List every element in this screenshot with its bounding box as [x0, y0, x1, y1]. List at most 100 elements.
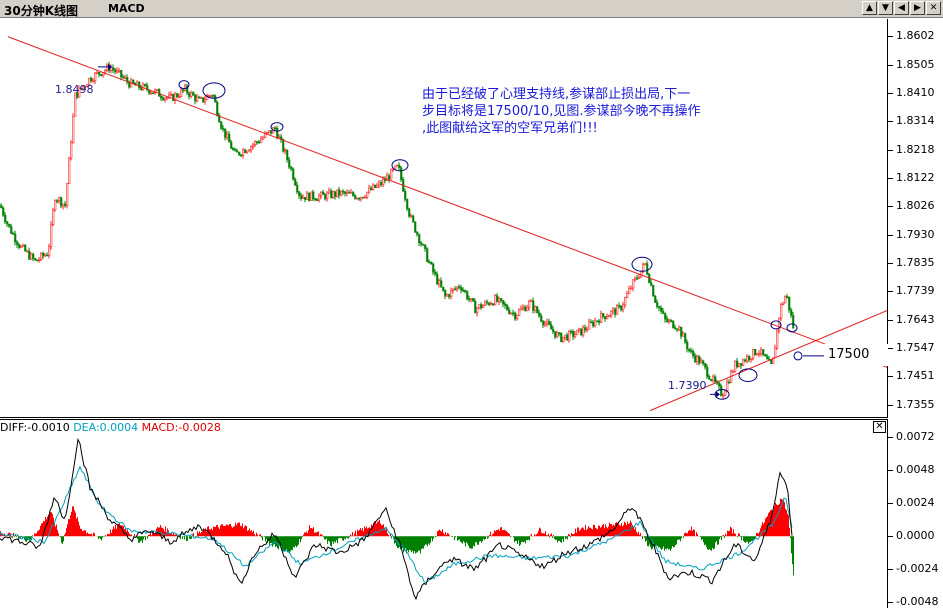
- candle-body: [674, 327, 677, 330]
- price-axis-label: 1.7739: [896, 284, 935, 298]
- price-axis-tick: [888, 178, 893, 179]
- candle-body: [362, 196, 365, 199]
- candle-body: [678, 326, 681, 330]
- candle-body: [724, 390, 727, 396]
- candle-body: [236, 150, 239, 153]
- price-axis-tick: [888, 64, 893, 66]
- candle-body: [656, 302, 659, 307]
- candle-body: [636, 277, 639, 280]
- candle-body: [514, 312, 517, 320]
- candle-body: [30, 253, 33, 260]
- candle-body: [240, 154, 243, 157]
- candle-body: [538, 312, 541, 317]
- candle-body: [258, 141, 261, 144]
- high-price-label: 1.8498: [55, 83, 94, 96]
- scroll-up-icon[interactable]: ▲: [862, 1, 877, 15]
- candle-body: [242, 149, 245, 156]
- scroll-right-icon[interactable]: ▶: [910, 1, 925, 15]
- scroll-down-icon[interactable]: ▼: [878, 1, 893, 15]
- candle-body: [352, 192, 355, 196]
- candle-body: [420, 242, 423, 245]
- candle-body: [776, 329, 779, 349]
- candle-body: [288, 159, 291, 168]
- window-buttons: ▲ ▼ ◀ ▶ ✕: [862, 1, 941, 15]
- candle-body: [560, 332, 563, 343]
- candle-body: [508, 309, 511, 314]
- candle-body: [300, 195, 303, 199]
- candle-body: [664, 313, 667, 320]
- candle-body: [156, 89, 159, 91]
- candle-body: [104, 69, 107, 73]
- candle-body: [106, 64, 109, 71]
- candle-body: [464, 290, 467, 293]
- candle-body: [516, 314, 519, 320]
- candle-body: [432, 263, 435, 273]
- candle-body: [698, 356, 701, 364]
- candle-body: [512, 312, 515, 315]
- macd-panel[interactable]: [0, 419, 888, 608]
- candle-body: [710, 378, 713, 381]
- candle-body: [14, 233, 17, 243]
- candle-body: [32, 253, 35, 259]
- candle-body: [282, 139, 285, 152]
- candle-body: [466, 291, 469, 300]
- candle-body: [774, 347, 777, 359]
- candle-body: [590, 321, 593, 324]
- candle-body: [686, 341, 689, 350]
- price-plot[interactable]: [0, 19, 888, 418]
- macd-axis-label: -0.0048: [896, 595, 939, 608]
- candle-body: [230, 141, 233, 149]
- candle-body: [140, 87, 143, 90]
- candle-body: [618, 305, 621, 308]
- close-icon[interactable]: ✕: [926, 1, 941, 15]
- candle-body: [788, 296, 791, 311]
- candle-body: [112, 67, 115, 71]
- candle-body: [50, 223, 53, 247]
- candle-body: [558, 332, 561, 335]
- candle-body: [630, 287, 633, 290]
- candle-body: [550, 324, 553, 330]
- candle-body: [268, 130, 271, 133]
- candle-body: [116, 70, 119, 73]
- candle-body: [260, 138, 263, 143]
- candle-body: [754, 348, 757, 356]
- candle-body: [746, 355, 749, 362]
- indicator-name: MACD: [108, 2, 145, 15]
- marker-circle: [738, 368, 758, 382]
- chart-window: 30分钟K线图 MACD ▲ ▼ ◀ ▶ ✕ 由于已经破了心理支持线,参谋部止损…: [0, 0, 943, 608]
- candle-body: [628, 288, 631, 294]
- macd-axis-tick: [888, 503, 893, 505]
- candle-body: [546, 321, 549, 324]
- candle-body: [570, 330, 573, 333]
- candle-body: [442, 286, 445, 291]
- candle-body: [98, 71, 101, 75]
- target-price-label: 17500: [824, 344, 888, 366]
- candle-body: [40, 252, 43, 260]
- candle-body: [224, 128, 227, 138]
- candle-body: [92, 80, 95, 83]
- candle-body: [100, 74, 103, 76]
- candle-body: [722, 395, 725, 397]
- candle-body: [22, 244, 25, 247]
- price-axis-tick: [888, 376, 893, 378]
- candle-body: [492, 303, 495, 306]
- candle-body: [342, 190, 345, 193]
- scroll-left-icon[interactable]: ◀: [894, 1, 909, 15]
- candle-body: [744, 359, 747, 362]
- price-axis-label: 1.7355: [896, 397, 935, 411]
- candle-body: [214, 95, 217, 103]
- candle-body: [670, 320, 673, 322]
- price-axis-tick: [888, 291, 893, 293]
- price-axis-label: 1.7930: [896, 227, 935, 241]
- candle-body: [576, 329, 579, 335]
- close-macd-icon[interactable]: ✕: [873, 421, 886, 433]
- candle-body: [234, 149, 237, 152]
- candle-body: [480, 304, 483, 309]
- candle-body: [306, 192, 309, 200]
- candle-body: [358, 197, 361, 200]
- candle-body: [594, 320, 597, 327]
- macd-chart-svg: [0, 419, 887, 601]
- candle-body: [752, 348, 755, 359]
- candle-body: [608, 315, 611, 317]
- candle-body: [374, 184, 377, 188]
